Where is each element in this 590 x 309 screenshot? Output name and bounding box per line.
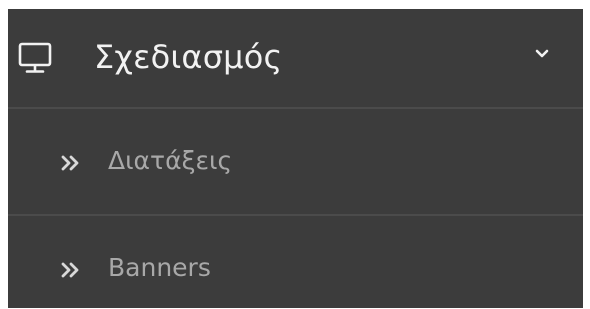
double-chevron-right-icon <box>61 155 79 171</box>
menu-section-title: Σχεδιασμός <box>94 38 283 76</box>
chevron-down-icon[interactable] <box>532 46 552 62</box>
submenu-item-label: Banners <box>108 253 211 282</box>
double-chevron-right-icon <box>61 262 79 278</box>
submenu-item-banners[interactable]: Banners <box>8 216 583 308</box>
sidebar-menu: Σχεδιασμός Διατάξεις Banners <box>8 9 583 308</box>
menu-section-design[interactable]: Σχεδιασμός <box>8 9 583 108</box>
monitor-icon <box>18 42 52 73</box>
submenu-item-layouts[interactable]: Διατάξεις <box>8 109 583 213</box>
submenu-item-label: Διατάξεις <box>108 146 233 175</box>
